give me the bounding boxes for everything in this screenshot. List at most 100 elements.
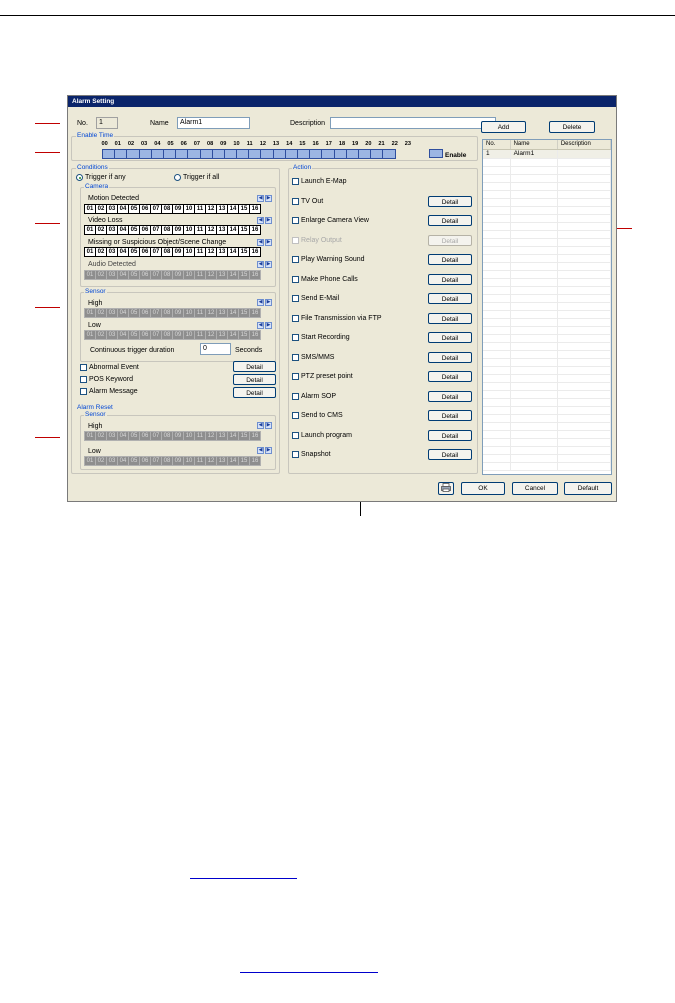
default-button[interactable]: Default: [564, 482, 612, 495]
action-detail-button[interactable]: Detail: [428, 195, 472, 207]
duration-input[interactable]: 0: [200, 343, 231, 355]
channel-cell[interactable]: 16: [249, 247, 261, 257]
callout-line-4: [35, 307, 60, 308]
action-checkbox[interactable]: [292, 412, 299, 419]
alarm-message-label: Alarm Message: [89, 388, 138, 395]
action-detail-button[interactable]: Detail: [428, 332, 472, 343]
action-checkbox[interactable]: [292, 197, 299, 205]
action-label: Relay Output: [301, 236, 342, 244]
callout-line-3: [35, 223, 60, 224]
video-loss-arrows[interactable]: ◀ ▶: [257, 217, 273, 224]
right-arrow-icon[interactable]: ▶: [265, 322, 272, 329]
alarm-list[interactable]: No. Name Description 1 Alarm1: [482, 139, 612, 475]
cancel-button[interactable]: Cancel: [512, 482, 558, 495]
description-input[interactable]: [330, 117, 496, 129]
motion-arrows[interactable]: ◀ ▶: [257, 195, 273, 202]
action-checkbox[interactable]: [292, 275, 299, 283]
action-checkbox[interactable]: [292, 353, 299, 361]
reset-low-arrows[interactable]: ◀ ▶: [257, 447, 273, 454]
left-arrow-icon[interactable]: ◀: [257, 422, 264, 429]
trigger-all-radio[interactable]: [174, 174, 181, 181]
channel-cell[interactable]: 16: [249, 225, 261, 235]
right-arrow-icon[interactable]: ▶: [265, 261, 272, 268]
action-label: Make Phone Calls: [301, 275, 358, 283]
delete-button[interactable]: Delete: [549, 121, 595, 133]
column-header[interactable]: No.: [483, 140, 511, 149]
sensor-high-arrows[interactable]: ◀ ▶: [257, 299, 273, 306]
action-checkbox[interactable]: [292, 217, 299, 224]
window-title: Alarm Setting: [68, 96, 616, 107]
footer-icon-button[interactable]: [438, 482, 454, 495]
sensor-low-arrows[interactable]: ◀ ▶: [257, 322, 273, 329]
hour-cell[interactable]: [382, 149, 396, 159]
left-arrow-icon[interactable]: ◀: [257, 217, 264, 224]
action-checkbox[interactable]: [292, 431, 299, 439]
pos-detail-button[interactable]: Detail: [233, 374, 276, 385]
left-arrow-icon[interactable]: ◀: [257, 447, 264, 454]
hour-label: 11: [246, 141, 253, 147]
alarm-list-header: No. Name Description: [483, 140, 611, 150]
left-arrow-icon[interactable]: ◀: [257, 239, 264, 246]
action-detail-button[interactable]: Detail: [428, 273, 472, 285]
left-arrow-icon[interactable]: ◀: [257, 261, 264, 268]
action-checkbox[interactable]: [292, 334, 299, 341]
column-header[interactable]: Description: [558, 140, 611, 149]
action-checkbox[interactable]: [292, 178, 299, 185]
right-arrow-icon[interactable]: ▶: [265, 447, 272, 454]
action-detail-button[interactable]: Detail: [428, 410, 472, 421]
action-detail-button[interactable]: Detail: [428, 254, 472, 265]
hour-label: 20: [365, 141, 372, 147]
action-detail-button[interactable]: Detail: [428, 215, 472, 226]
right-arrow-icon[interactable]: ▶: [265, 422, 272, 429]
action-checkbox[interactable]: [292, 314, 299, 322]
abnormal-detail-button[interactable]: Detail: [233, 361, 276, 372]
enable-swatch[interactable]: [429, 149, 443, 158]
hour-label: 16: [312, 141, 319, 147]
reset-high-arrows[interactable]: ◀ ▶: [257, 422, 273, 429]
right-arrow-icon[interactable]: ▶: [265, 299, 272, 306]
sensor-high-channels: 01 02 03 04 05 06 07 08 09 10 11 12 13 14 15 16: [84, 308, 261, 318]
column-header[interactable]: Name: [511, 140, 558, 149]
motion-channels[interactable]: 01 02 03 04 05 06 07 08 09 10 11 12 13 14 15 16: [84, 204, 261, 214]
ok-button[interactable]: OK: [461, 482, 505, 495]
name-input[interactable]: Alarm1: [177, 117, 250, 129]
left-arrow-icon[interactable]: ◀: [257, 195, 264, 202]
pos-keyword-checkbox[interactable]: [80, 376, 87, 383]
missing-arrows[interactable]: ◀ ▶: [257, 239, 273, 246]
action-checkbox[interactable]: [292, 373, 299, 380]
audio-arrows[interactable]: ◀ ▶: [257, 261, 273, 268]
right-arrow-icon[interactable]: ▶: [265, 217, 272, 224]
alarm-message-checkbox[interactable]: [80, 388, 87, 395]
trigger-any-radio[interactable]: [76, 174, 83, 181]
enable-time-title: Enable Time: [76, 132, 115, 140]
action-detail-button[interactable]: Detail: [428, 449, 472, 460]
action-detail-button[interactable]: Detail: [428, 351, 472, 363]
hour-label: 03: [141, 141, 148, 147]
action-label: Snapshot: [301, 451, 331, 458]
action-checkbox[interactable]: [292, 392, 299, 400]
action-checkbox[interactable]: [292, 295, 299, 302]
add-button[interactable]: Add: [481, 121, 526, 133]
abnormal-event-checkbox[interactable]: [80, 364, 87, 371]
action-detail-button[interactable]: Detail: [428, 371, 472, 382]
missing-channels[interactable]: 01 02 03 04 05 06 07 08 09 10 11 12 13 14 15 16: [84, 247, 261, 257]
alarm-message-detail-button[interactable]: Detail: [233, 387, 276, 398]
action-detail-button[interactable]: Detail: [428, 429, 472, 441]
action-detail-button[interactable]: Detail: [428, 293, 472, 304]
right-arrow-icon[interactable]: ▶: [265, 195, 272, 202]
video-loss-channels[interactable]: 01 02 03 04 05 06 07 08 09 10 11 12 13 14 15 16: [84, 225, 261, 235]
audio-channels: 01 02 03 04 05 06 07 08 09 10 11 12 13 14 15 16: [84, 270, 261, 280]
channel-cell[interactable]: 16: [249, 204, 261, 214]
action-detail-button[interactable]: Detail: [428, 312, 472, 324]
action-detail-button[interactable]: Detail: [428, 390, 472, 402]
left-arrow-icon[interactable]: ◀: [257, 322, 264, 329]
hyperlink-underline-1[interactable]: [190, 878, 297, 879]
hyperlink-underline-2[interactable]: [240, 972, 378, 973]
action-label: Enlarge Camera View: [301, 217, 369, 224]
action-checkbox[interactable]: [292, 256, 299, 263]
action-checkbox[interactable]: [292, 451, 299, 458]
right-arrow-icon[interactable]: ▶: [265, 239, 272, 246]
sensor-low-label: Low: [88, 322, 101, 329]
left-arrow-icon[interactable]: ◀: [257, 299, 264, 306]
page-top-rule: [0, 15, 675, 16]
